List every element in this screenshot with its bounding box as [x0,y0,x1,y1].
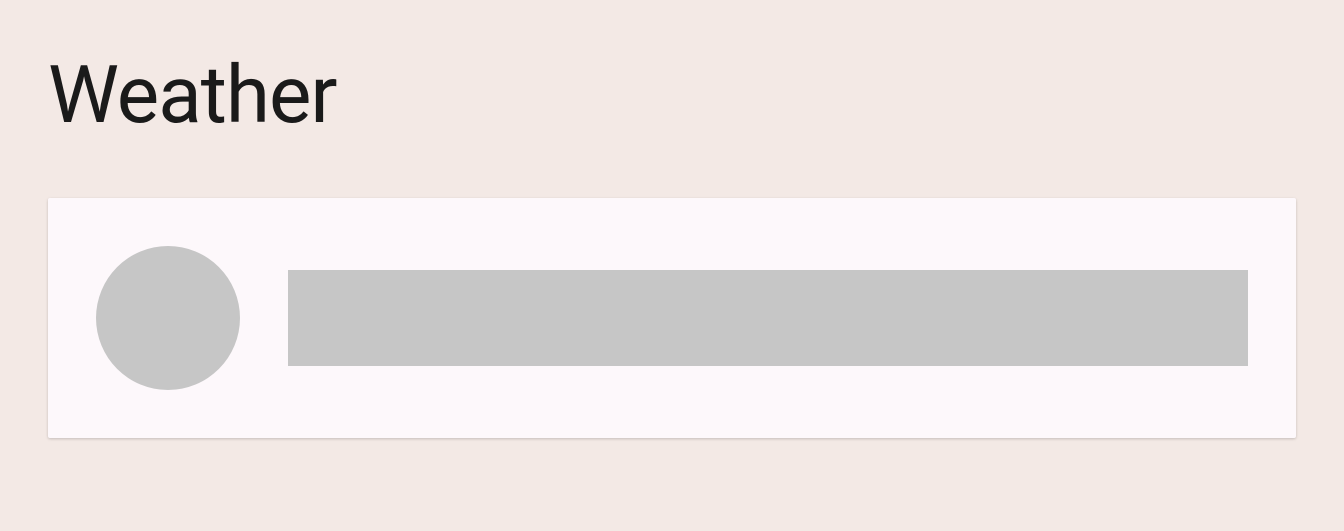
skeleton-text-placeholder [288,270,1248,366]
page-title: Weather [48,48,1296,142]
weather-card-skeleton [48,198,1296,438]
skeleton-avatar-placeholder [96,246,240,390]
